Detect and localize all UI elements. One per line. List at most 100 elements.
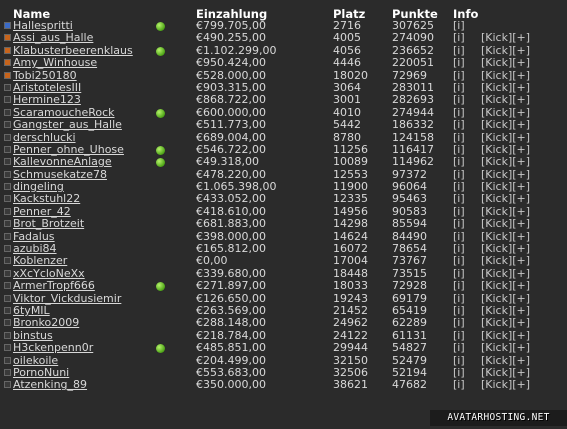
member-name-link[interactable]: Hermine123 bbox=[13, 93, 81, 106]
points-value: 274090 bbox=[392, 31, 434, 45]
kick-link[interactable]: [Kick][+] bbox=[481, 378, 530, 391]
deposit-amount: €485.851,00 bbox=[196, 341, 266, 355]
online-status-icon bbox=[156, 46, 165, 56]
info-link[interactable]: [i] bbox=[453, 217, 465, 230]
member-name-link[interactable]: Brot_Brotzeit bbox=[13, 217, 84, 230]
member-status-square bbox=[4, 306, 11, 314]
info-link[interactable]: [i] bbox=[453, 341, 465, 354]
info-link[interactable]: [i] bbox=[453, 378, 465, 391]
deposit-amount: €49.318,00 bbox=[196, 155, 259, 169]
info-link[interactable]: [i] bbox=[453, 93, 465, 106]
member-name-link[interactable]: Amy_Winhouse bbox=[13, 56, 97, 69]
info-link[interactable]: [i] bbox=[453, 193, 465, 206]
member-status-square bbox=[4, 71, 11, 79]
member-status-square bbox=[4, 356, 11, 364]
info-link[interactable]: [i] bbox=[453, 31, 465, 44]
points-value: 220051 bbox=[392, 56, 434, 70]
points-value: 54827 bbox=[392, 341, 427, 355]
member-name-link[interactable]: H3ckenpenn0r bbox=[13, 341, 93, 354]
rank-value: 17004 bbox=[333, 254, 368, 268]
table-row: H3ckenpenn0r €485.851,00 29944 54827 [i]… bbox=[0, 341, 567, 355]
kick-link[interactable]: [Kick][+] bbox=[481, 255, 530, 268]
member-status-square bbox=[4, 294, 11, 302]
info-link[interactable]: [i] bbox=[453, 279, 465, 292]
member-name-link[interactable]: Assi_aus_Halle bbox=[13, 31, 93, 44]
deposit-amount: €350.000,00 bbox=[196, 378, 266, 392]
member-status-square bbox=[4, 232, 11, 240]
rank-value: 4005 bbox=[333, 31, 361, 45]
table-header: Name Einzahlung Platz Punkte Info bbox=[0, 7, 567, 21]
deposit-amount: €490.255,00 bbox=[196, 31, 266, 45]
points-value: 62289 bbox=[392, 316, 427, 330]
points-value: 95463 bbox=[392, 192, 427, 206]
member-status-square bbox=[4, 59, 11, 67]
info-link[interactable]: [i] bbox=[453, 118, 465, 131]
table-row: Koblenzer €0,00 17004 73767 [i] [Kick][+… bbox=[0, 255, 567, 267]
deposit-amount: €511.773,00 bbox=[196, 118, 266, 132]
member-status-square bbox=[4, 133, 11, 141]
member-status-square bbox=[4, 381, 11, 389]
kick-link[interactable]: [Kick][+] bbox=[481, 341, 530, 354]
member-name-link[interactable]: Koblenzer bbox=[13, 255, 67, 268]
kick-link[interactable]: [Kick][+] bbox=[481, 155, 530, 168]
member-name-link[interactable]: Kackstuhl22 bbox=[13, 193, 80, 206]
online-status-icon bbox=[156, 145, 165, 155]
rank-value: 10089 bbox=[333, 155, 368, 169]
table-row: Gangster_aus_Halle €511.773,00 5442 1863… bbox=[0, 118, 567, 132]
member-name-link[interactable]: Atzenking_89 bbox=[13, 378, 87, 391]
points-value: 72928 bbox=[392, 279, 427, 293]
member-status-square bbox=[4, 183, 11, 191]
member-name-link[interactable]: ArmerTropf666 bbox=[13, 279, 95, 292]
kick-link[interactable]: [Kick][+] bbox=[481, 217, 530, 230]
deposit-amount: €950.424,00 bbox=[196, 56, 266, 70]
kick-link[interactable]: [Kick][+] bbox=[481, 93, 530, 106]
points-value: 85594 bbox=[392, 217, 427, 231]
points-value: 186332 bbox=[392, 118, 434, 132]
table-row: Kackstuhl22 €433.052,00 12335 95463 [i] … bbox=[0, 193, 567, 205]
member-name-link[interactable]: Bronko2009 bbox=[13, 316, 79, 329]
table-row: ArmerTropf666 €271.897,00 18033 72928 [i… bbox=[0, 279, 567, 293]
member-status-square bbox=[4, 145, 11, 153]
member-status-square bbox=[4, 368, 11, 376]
member-status-square bbox=[4, 344, 11, 352]
member-status-square bbox=[4, 121, 11, 129]
info-link[interactable]: [i] bbox=[453, 56, 465, 69]
member-list: Hallespritti €799.705,00 2716 307625 [i]… bbox=[0, 19, 567, 392]
points-value: 47682 bbox=[392, 378, 427, 392]
rank-value: 12335 bbox=[333, 192, 368, 206]
rank-value: 24962 bbox=[333, 316, 368, 330]
table-row: KallevonneAnlage €49.318,00 10089 114962… bbox=[0, 155, 567, 169]
rank-value: 14298 bbox=[333, 217, 368, 231]
member-status-square bbox=[4, 108, 11, 116]
member-status-square bbox=[4, 83, 11, 91]
kick-link[interactable]: [Kick][+] bbox=[481, 56, 530, 69]
member-name-link[interactable]: Gangster_aus_Halle bbox=[13, 118, 122, 131]
deposit-amount: €0,00 bbox=[196, 254, 228, 268]
online-status-icon bbox=[156, 22, 165, 31]
online-status-icon bbox=[156, 158, 165, 168]
points-value: 282693 bbox=[392, 93, 434, 107]
info-link[interactable]: [i] bbox=[453, 155, 465, 168]
member-status-square bbox=[4, 282, 11, 290]
member-status-square bbox=[4, 257, 11, 265]
rank-value: 29944 bbox=[333, 341, 368, 355]
online-status-icon bbox=[156, 108, 165, 118]
kick-link[interactable]: [Kick][+] bbox=[481, 31, 530, 44]
kick-link[interactable]: [Kick][+] bbox=[481, 193, 530, 206]
table-row: Assi_aus_Halle €490.255,00 4005 274090 [… bbox=[0, 31, 567, 45]
info-link[interactable]: [i] bbox=[453, 316, 465, 329]
info-link[interactable]: [i] bbox=[453, 255, 465, 268]
points-value: 114962 bbox=[392, 155, 434, 169]
kick-link[interactable]: [Kick][+] bbox=[481, 279, 530, 292]
rank-value: 18033 bbox=[333, 279, 368, 293]
rank-value: 38621 bbox=[333, 378, 368, 392]
member-name-link[interactable]: KallevonneAnlage bbox=[13, 155, 112, 168]
member-status-square bbox=[4, 34, 11, 42]
rank-value: 3001 bbox=[333, 93, 361, 107]
kick-link[interactable]: [Kick][+] bbox=[481, 316, 530, 329]
member-status-square bbox=[4, 319, 11, 327]
member-status-square bbox=[4, 269, 11, 277]
kick-link[interactable]: [Kick][+] bbox=[481, 118, 530, 131]
deposit-amount: €271.897,00 bbox=[196, 279, 266, 293]
member-status-square bbox=[4, 195, 11, 203]
